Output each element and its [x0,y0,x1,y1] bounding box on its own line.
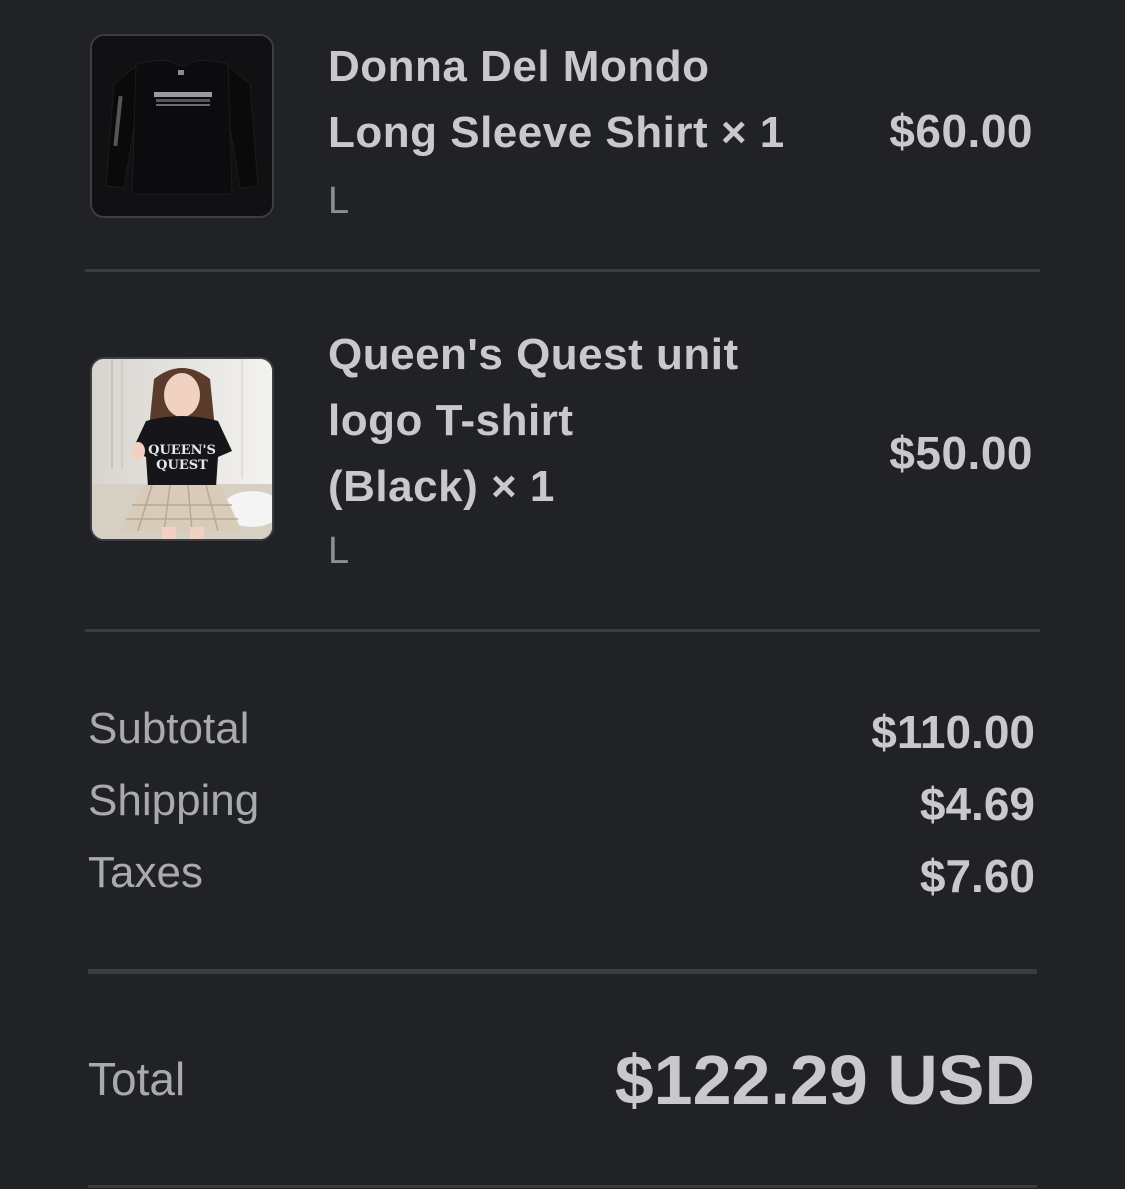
line-item-long-sleeve-shirt[interactable]: Donna Del Mondo Long Sleeve Shirt × 1 L … [90,34,1035,224]
model-wearing-tshirt-image: QUEEN'S QUEST [92,359,272,539]
divider [85,629,1040,632]
product-variant: L [328,530,350,572]
product-variant: L [328,180,350,222]
shirt-print-line: QUEST [156,458,208,473]
shipping-value: $4.69 [919,778,1035,830]
product-title-line: logo T-shirt [328,396,574,445]
product-title-line: Donna Del Mondo [328,42,710,91]
product-price: $60.00 [889,105,1033,157]
total-value: $122.29 USD [614,1041,1035,1119]
taxes-value: $7.60 [919,850,1035,902]
divider [88,1185,1037,1188]
product-thumbnail-queens-quest-tshirt[interactable]: QUEEN'S QUEST [90,357,274,541]
line-item-queens-quest-tshirt[interactable]: QUEEN'S QUEST Queen's Quest unit logo T-… [90,322,1035,582]
long-sleeve-shirt-image [92,36,272,216]
product-title: Queen's Quest unit logo T-shirt (Black) … [328,322,828,520]
product-title-line: Long Sleeve Shirt × 1 [328,108,785,157]
taxes-label: Taxes [88,848,203,897]
product-title-line: Queen's Quest unit [328,330,739,379]
subtotal-value: $110.00 [871,706,1035,758]
product-title: Donna Del Mondo Long Sleeve Shirt × 1 [328,34,828,166]
divider [88,969,1037,974]
product-price: $50.00 [889,427,1033,479]
total-label: Total [88,1053,186,1105]
shipping-label: Shipping [88,776,260,825]
subtotal-label: Subtotal [88,704,250,753]
divider [85,269,1040,272]
shirt-print-line: QUEEN'S [148,443,216,458]
product-title-line: (Black) × 1 [328,462,555,511]
product-thumbnail-long-sleeve-shirt[interactable] [90,34,274,218]
